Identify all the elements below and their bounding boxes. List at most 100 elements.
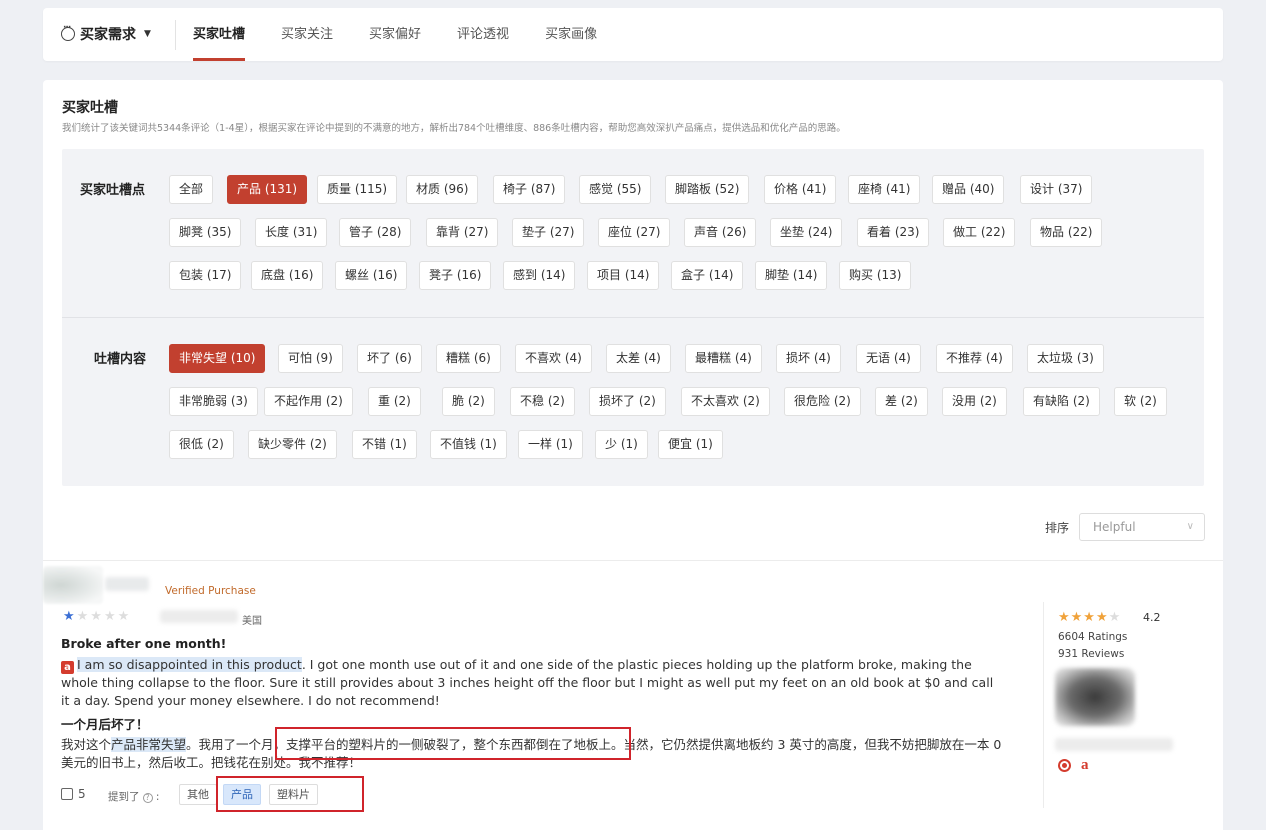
content-tag[interactable]: 一样 (1) bbox=[518, 430, 583, 459]
buyer-needs-dropdown[interactable]: 买家需求 ▼ bbox=[61, 23, 151, 44]
mentioned-text: 提到了 bbox=[108, 791, 140, 803]
content-tag[interactable]: 非常脆弱 (3) bbox=[169, 387, 258, 416]
point-tag[interactable]: 座位 (27) bbox=[598, 218, 671, 247]
tab-buyer-profile[interactable]: 买家画像 bbox=[545, 8, 597, 61]
point-tag[interactable]: 坐垫 (24) bbox=[770, 218, 843, 247]
tab-review-insight[interactable]: 评论透视 bbox=[457, 8, 509, 61]
content-tag[interactable]: 不值钱 (1) bbox=[430, 430, 507, 459]
point-tag[interactable]: 脚踏板 (52) bbox=[665, 175, 750, 204]
point-tag[interactable]: 脚垫 (14) bbox=[755, 261, 828, 290]
point-tag[interactable]: 感觉 (55) bbox=[579, 175, 652, 204]
product-star-rating: ★★★★★ bbox=[1058, 610, 1121, 625]
point-tag[interactable]: 螺丝 (16) bbox=[335, 261, 408, 290]
likes-count: 5 bbox=[78, 787, 86, 801]
review-highlight: I am so disappointed in this product bbox=[77, 657, 302, 672]
review-title-translated: 一个月后坏了！ bbox=[61, 717, 149, 732]
point-tag[interactable]: 物品 (22) bbox=[1030, 218, 1103, 247]
content-tag[interactable]: 不太喜欢 (2) bbox=[681, 387, 770, 416]
content-tag[interactable]: 不推荐 (4) bbox=[936, 344, 1013, 373]
point-tag[interactable]: 做工 (22) bbox=[943, 218, 1016, 247]
point-tag[interactable]: 项目 (14) bbox=[587, 261, 660, 290]
content-tag[interactable]: 坏了 (6) bbox=[357, 344, 422, 373]
point-tag[interactable]: 购买 (13) bbox=[839, 261, 912, 290]
help-icon[interactable]: ? bbox=[142, 793, 153, 803]
point-tag[interactable]: 设计 (37) bbox=[1020, 175, 1093, 204]
point-tag[interactable]: 产品 (131) bbox=[227, 175, 308, 204]
content-tag[interactable]: 太差 (4) bbox=[606, 344, 671, 373]
tab-complaints[interactable]: 买家吐槽 bbox=[193, 8, 246, 61]
product-links: a bbox=[1058, 758, 1089, 773]
product-image[interactable] bbox=[1055, 668, 1135, 726]
content-tag[interactable]: 损坏 (4) bbox=[776, 344, 841, 373]
helpful-votes[interactable]: 5 bbox=[61, 787, 86, 801]
translated-text-start: 我对这个 bbox=[61, 737, 112, 752]
annotation-box bbox=[216, 776, 364, 812]
point-tag[interactable]: 全部 bbox=[169, 175, 214, 204]
point-tag[interactable]: 座椅 (41) bbox=[848, 175, 921, 204]
content-tag[interactable]: 软 (2) bbox=[1114, 387, 1167, 416]
reviewer-name-blurred bbox=[105, 577, 149, 591]
point-tag[interactable]: 长度 (31) bbox=[255, 218, 328, 247]
content-tag[interactable]: 很危险 (2) bbox=[784, 387, 861, 416]
content-tag[interactable]: 损坏了 (2) bbox=[589, 387, 666, 416]
point-tag[interactable]: 看着 (23) bbox=[857, 218, 930, 247]
translated-highlight: 产品非常失望 bbox=[111, 737, 187, 752]
point-tag[interactable]: 靠背 (27) bbox=[426, 218, 499, 247]
complaint-points-label: 买家吐槽点 bbox=[80, 183, 146, 198]
buyer-needs-label: 买家需求 bbox=[80, 27, 136, 43]
product-ratings-count: 6604 Ratings bbox=[1058, 631, 1128, 643]
mentioned-label: 提到了? : bbox=[108, 791, 160, 803]
point-tag[interactable]: 管子 (28) bbox=[339, 218, 412, 247]
point-tag[interactable]: 价格 (41) bbox=[764, 175, 837, 204]
annotation-box bbox=[275, 727, 631, 760]
point-tag[interactable]: 包装 (17) bbox=[169, 261, 242, 290]
tab-concerns[interactable]: 买家关注 bbox=[281, 8, 333, 61]
content-tag[interactable]: 最糟糕 (4) bbox=[685, 344, 762, 373]
content-tag[interactable]: 没用 (2) bbox=[942, 387, 1007, 416]
point-tag[interactable]: 盒子 (14) bbox=[671, 261, 744, 290]
filter-panel: 买家吐槽点 全部 产品 (131) 质量 (115) 材质 (96) 椅子 (8… bbox=[62, 149, 1204, 486]
divider bbox=[175, 20, 176, 50]
list-divider bbox=[43, 560, 1223, 561]
content-tag[interactable]: 不稳 (2) bbox=[510, 387, 575, 416]
content-tag[interactable]: 很低 (2) bbox=[169, 430, 234, 459]
content-tag[interactable]: 有缺陷 (2) bbox=[1023, 387, 1100, 416]
content-tag[interactable]: 少 (1) bbox=[595, 430, 648, 459]
tab-preferences[interactable]: 买家偏好 bbox=[369, 8, 421, 61]
chevron-down-icon: ∨ bbox=[1186, 521, 1194, 532]
point-tag[interactable]: 椅子 (87) bbox=[493, 175, 566, 204]
mention-tag[interactable]: 其他 bbox=[179, 784, 217, 805]
content-tag[interactable]: 缺少零件 (2) bbox=[248, 430, 337, 459]
avatar bbox=[43, 566, 103, 604]
content-tag[interactable]: 差 (2) bbox=[875, 387, 928, 416]
point-tag[interactable]: 材质 (96) bbox=[406, 175, 479, 204]
content-tag[interactable]: 糟糕 (6) bbox=[436, 344, 501, 373]
point-tag[interactable]: 声音 (26) bbox=[684, 218, 757, 247]
point-tag[interactable]: 感到 (14) bbox=[503, 261, 576, 290]
point-tag[interactable]: 凳子 (16) bbox=[419, 261, 492, 290]
content-tag[interactable]: 无语 (4) bbox=[856, 344, 921, 373]
point-tag[interactable]: 质量 (115) bbox=[317, 175, 398, 204]
main-card: 买家吐槽 我们统计了该关键词共5344条评论（1-4星），根据买家在评论中提到的… bbox=[43, 80, 1223, 830]
sort-select[interactable]: Helpful ∨ bbox=[1079, 513, 1205, 541]
point-tag[interactable]: 赠品 (40) bbox=[932, 175, 1005, 204]
amazon-icon[interactable]: a bbox=[1081, 758, 1089, 773]
point-tag[interactable]: 脚凳 (35) bbox=[169, 218, 242, 247]
point-tag[interactable]: 垫子 (27) bbox=[512, 218, 585, 247]
content-tag[interactable]: 太垃圾 (3) bbox=[1027, 344, 1104, 373]
content-tag[interactable]: 不喜欢 (4) bbox=[515, 344, 592, 373]
comment-icon bbox=[61, 23, 75, 41]
content-tag[interactable]: 重 (2) bbox=[368, 387, 421, 416]
review-title: Broke after one month! bbox=[61, 636, 227, 651]
verified-purchase-label: Verified Purchase bbox=[165, 585, 256, 597]
content-tag[interactable]: 可怕 (9) bbox=[278, 344, 343, 373]
content-tag[interactable]: 便宜 (1) bbox=[658, 430, 723, 459]
content-tag[interactable]: 脆 (2) bbox=[442, 387, 495, 416]
review-date-blurred bbox=[160, 610, 238, 623]
content-tag[interactable]: 不起作用 (2) bbox=[264, 387, 353, 416]
content-tag[interactable]: 非常失望 (10) bbox=[169, 344, 266, 373]
content-tag[interactable]: 不错 (1) bbox=[352, 430, 417, 459]
sort-value: Helpful bbox=[1093, 520, 1136, 534]
point-tag[interactable]: 底盘 (16) bbox=[251, 261, 324, 290]
target-icon[interactable] bbox=[1058, 759, 1071, 772]
